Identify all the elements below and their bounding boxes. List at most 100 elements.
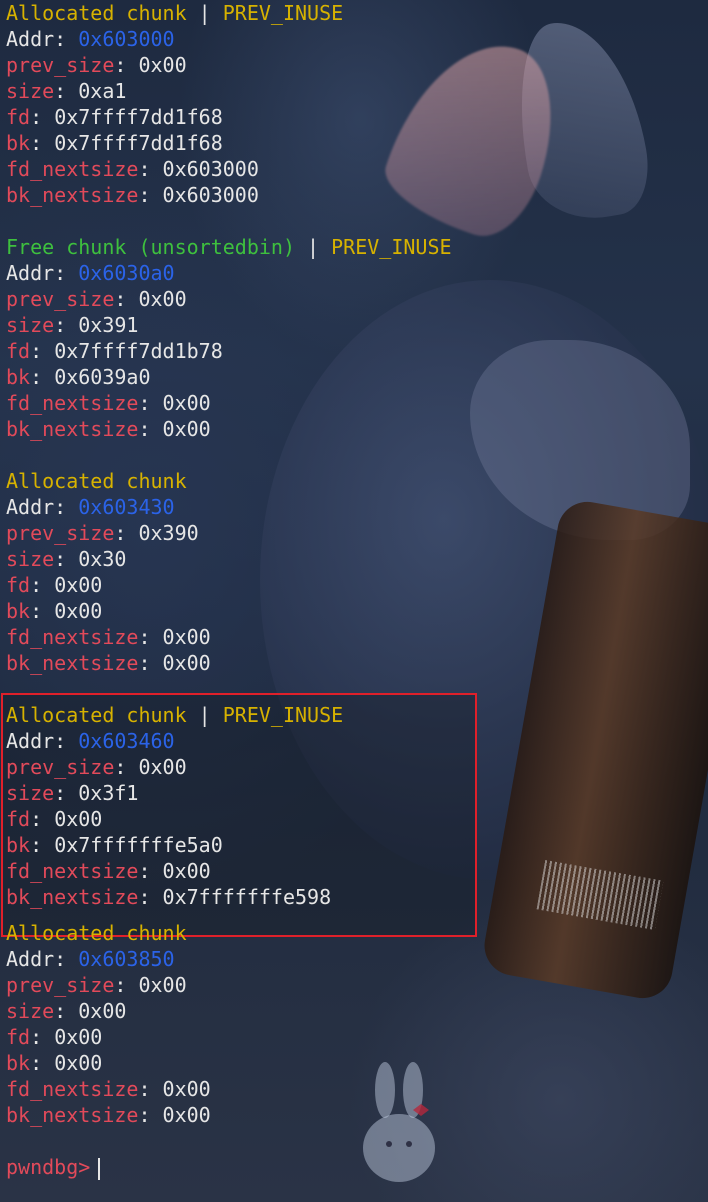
prev-size-row: prev_size: 0x390 — [6, 520, 708, 546]
addr-row: Addr: 0x603460 — [6, 728, 708, 754]
colon: : — [54, 79, 79, 103]
prev-size-value: 0x00 — [138, 755, 187, 779]
heap-chunk: Allocated chunk | PREV_INUSE Addr: 0x603… — [6, 0, 708, 208]
fd-row: fd: 0x00 — [6, 572, 708, 598]
colon: : — [30, 339, 55, 363]
field-label: bk_nextsize — [6, 651, 139, 675]
field-label: fd_nextsize — [6, 859, 139, 883]
fd-row: fd: 0x7ffff7dd1f68 — [6, 104, 708, 130]
bk-row: bk: 0x00 — [6, 598, 708, 624]
chunk-status: Allocated chunk — [6, 921, 187, 945]
fd-nextsize-value: 0x00 — [162, 1077, 211, 1101]
prev-size-value: 0x00 — [138, 973, 187, 997]
field-label: bk — [6, 833, 31, 857]
chunk-header: Allocated chunk | PREV_INUSE — [6, 0, 708, 26]
field-label: fd — [6, 105, 31, 129]
field-label: size — [6, 999, 55, 1023]
bk-row: bk: 0x7fffffffe5a0 — [6, 832, 708, 858]
bk-row: bk: 0x7ffff7dd1f68 — [6, 130, 708, 156]
size-value: 0x30 — [78, 547, 127, 571]
colon: : — [30, 573, 55, 597]
colon: : — [114, 755, 139, 779]
colon: : — [114, 287, 139, 311]
field-label: fd_nextsize — [6, 157, 139, 181]
addr-value: 0x603850 — [78, 947, 175, 971]
colon: : — [138, 651, 163, 675]
colon: : — [54, 999, 79, 1023]
text-cursor-icon — [98, 1157, 101, 1180]
fd-row: fd: 0x7ffff7dd1b78 — [6, 338, 708, 364]
bk-row: bk: 0x00 — [6, 1050, 708, 1076]
size-row: size: 0x00 — [6, 998, 708, 1024]
bk-nextsize-row: bk_nextsize: 0x7fffffffe598 — [6, 884, 708, 910]
bk-nextsize-value: 0x603000 — [162, 183, 259, 207]
colon: : — [30, 833, 55, 857]
bk-nextsize-row: bk_nextsize: 0x00 — [6, 416, 708, 442]
colon: : — [138, 391, 163, 415]
bk-value: 0x00 — [54, 599, 103, 623]
field-label: bk_nextsize — [6, 885, 139, 909]
fd-nextsize-value: 0x603000 — [162, 157, 259, 181]
chunk-status: Free chunk (unsortedbin) — [6, 235, 295, 259]
fd-value: 0x7ffff7dd1f68 — [54, 105, 223, 129]
bk-value: 0x7ffff7dd1f68 — [54, 131, 223, 155]
bk-nextsize-value: 0x00 — [162, 1103, 211, 1127]
fd-nextsize-row: fd_nextsize: 0x603000 — [6, 156, 708, 182]
bk-value: 0x7fffffffe5a0 — [54, 833, 223, 857]
chunk-flag: PREV_INUSE — [222, 703, 344, 727]
bk-row: bk: 0x6039a0 — [6, 364, 708, 390]
terminal-output[interactable]: Allocated chunk | PREV_INUSE Addr: 0x603… — [0, 0, 708, 1180]
colon: : — [54, 729, 79, 753]
addr-row: Addr: 0x603430 — [6, 494, 708, 520]
colon: : — [30, 1051, 55, 1075]
prompt-label: pwndbg> — [6, 1155, 91, 1179]
fd-value: 0x7ffff7dd1b78 — [54, 339, 223, 363]
addr-value: 0x603430 — [78, 495, 175, 519]
chunk-flag: PREV_INUSE — [222, 1, 344, 25]
colon: : — [114, 53, 139, 77]
field-label: fd — [6, 339, 31, 363]
colon: : — [30, 599, 55, 623]
colon: : — [30, 131, 55, 155]
field-label: bk — [6, 1051, 31, 1075]
colon: : — [54, 781, 79, 805]
colon: : — [30, 105, 55, 129]
size-value: 0x391 — [78, 313, 139, 337]
size-value: 0x00 — [78, 999, 127, 1023]
bk-value: 0x6039a0 — [54, 365, 151, 389]
addr-row: Addr: 0x6030a0 — [6, 260, 708, 286]
field-label: prev_size — [6, 53, 115, 77]
colon: : — [54, 27, 79, 51]
chunk-header: Allocated chunk — [6, 920, 708, 946]
prev-size-value: 0x00 — [138, 53, 187, 77]
field-label: bk_nextsize — [6, 1103, 139, 1127]
command-prompt[interactable]: pwndbg> — [6, 1154, 708, 1180]
chunk-flag: PREV_INUSE — [331, 235, 452, 259]
colon: : — [54, 313, 79, 337]
field-label: fd — [6, 807, 31, 831]
heap-chunk-highlighted: Allocated chunk | PREV_INUSE Addr: 0x603… — [6, 702, 708, 910]
fd-value: 0x00 — [54, 573, 103, 597]
size-row: size: 0x3f1 — [6, 780, 708, 806]
field-label: Addr — [6, 27, 55, 51]
fd-row: fd: 0x00 — [6, 806, 708, 832]
fd-nextsize-row: fd_nextsize: 0x00 — [6, 858, 708, 884]
size-value: 0xa1 — [78, 79, 127, 103]
bk-nextsize-value: 0x7fffffffe598 — [162, 885, 332, 909]
colon: : — [54, 547, 79, 571]
field-label: prev_size — [6, 973, 115, 997]
prev-size-row: prev_size: 0x00 — [6, 286, 708, 312]
colon: : — [138, 625, 163, 649]
colon: : — [30, 1025, 55, 1049]
colon: : — [138, 859, 163, 883]
addr-value: 0x6030a0 — [78, 261, 175, 285]
bk-nextsize-value: 0x00 — [162, 417, 211, 441]
field-label: fd_nextsize — [6, 391, 139, 415]
heap-chunk: Allocated chunk Addr: 0x603430 prev_size… — [6, 468, 708, 676]
field-label: fd_nextsize — [6, 625, 139, 649]
field-label: bk — [6, 365, 31, 389]
field-label: prev_size — [6, 287, 115, 311]
chunk-header: Free chunk (unsortedbin) | PREV_INUSE — [6, 234, 708, 260]
field-label: Addr — [6, 495, 55, 519]
